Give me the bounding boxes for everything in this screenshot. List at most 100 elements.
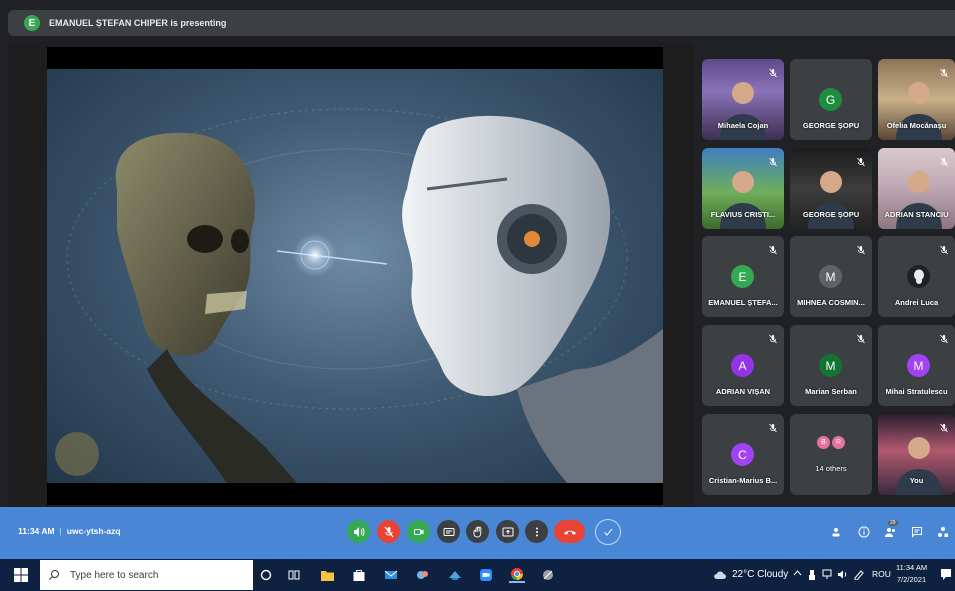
mic-muted-icon: [768, 154, 778, 167]
captions-icon: [443, 527, 454, 536]
notifications-button[interactable]: [940, 568, 952, 583]
snipping-tool-icon[interactable]: [540, 567, 556, 583]
participant-name: MIHNEA COSMIN...: [797, 298, 865, 307]
zoom-app-icon[interactable]: [478, 567, 494, 583]
mail-icon[interactable]: [383, 567, 399, 583]
participant-tile[interactable]: C Cristian-Marius B...: [702, 414, 784, 495]
volume-icon[interactable]: [837, 569, 849, 582]
activities-button[interactable]: [936, 525, 950, 539]
others-avatars: BR: [817, 436, 845, 449]
participant-name: GEORGE ȘOPU: [802, 210, 860, 219]
speaker-button[interactable]: [347, 520, 370, 543]
participant-name: Andrei Luca: [894, 298, 939, 307]
meeting-info: 11:34 AM | uwc-ytsh-azq: [18, 526, 121, 536]
taskbar-search-box[interactable]: Type here to search: [40, 560, 253, 590]
people-count-badge: 29: [888, 520, 898, 526]
participant-tile[interactable]: E EMANUEL ȘTEFA...: [702, 236, 784, 317]
mic-muted-icon: [768, 331, 778, 344]
activities-icon: [938, 527, 948, 537]
present-icon: [502, 527, 513, 536]
people-icon: [884, 528, 895, 537]
participant-name: Mihaela Cojan: [717, 121, 769, 130]
participant-name: Cristian-Marius B...: [708, 476, 778, 485]
participant-name: ADRIAN VIȘAN: [715, 387, 771, 396]
participant-tile[interactable]: Mihaela Cojan: [702, 59, 784, 140]
chrome-icon[interactable]: [509, 567, 525, 583]
participant-name: EMANUEL ȘTEFA...: [708, 298, 778, 307]
participant-tile[interactable]: GEORGE ȘOPU: [790, 148, 872, 229]
mic-muted-icon: [939, 420, 949, 433]
weather-widget[interactable]: 22°C Cloudy: [713, 569, 788, 580]
participant-avatar: G: [819, 88, 842, 111]
show-hidden-icons-button[interactable]: [793, 569, 802, 579]
paint-app-icon[interactable]: [415, 567, 431, 583]
hand-icon: [473, 526, 481, 537]
participant-name: FLAVIUS CRISTI...: [710, 210, 776, 219]
participant-tile[interactable]: M Mihai Stratulescu: [878, 325, 955, 406]
participant-tile[interactable]: ADRIAN STANCIU: [878, 148, 955, 229]
end-call-icon: [563, 530, 576, 535]
mic-muted-icon: [939, 242, 949, 255]
participant-tile[interactable]: Andrei Luca: [878, 236, 955, 317]
skull-vs-robot-illustration: [55, 108, 663, 483]
participant-name: Ofelia Mocănașu: [886, 121, 947, 130]
presenter-avatar: E: [24, 15, 40, 31]
file-explorer-icon[interactable]: [319, 567, 335, 583]
pen-icon[interactable]: [853, 569, 865, 582]
weather-text: 22°C Cloudy: [732, 569, 789, 580]
people-button[interactable]: 29: [883, 520, 898, 539]
chat-icon: [912, 527, 922, 538]
language-indicator[interactable]: ROU: [872, 569, 891, 579]
participant-tile[interactable]: Ofelia Mocănașu: [878, 59, 955, 140]
leave-call-button[interactable]: [554, 520, 585, 543]
participant-name: GEORGE ȘOPU: [802, 121, 860, 130]
participant-tile[interactable]: FLAVIUS CRISTI...: [702, 148, 784, 229]
camera-button[interactable]: [407, 520, 430, 543]
cortana-icon[interactable]: [258, 567, 274, 583]
windows-logo-icon: [14, 568, 28, 582]
mic-muted-icon: [856, 154, 866, 167]
network-icon[interactable]: [822, 569, 834, 582]
participant-avatar: M: [907, 354, 930, 377]
participant-tile[interactable]: M MIHNEA COSMIN...: [790, 236, 872, 317]
participant-tile[interactable]: You: [878, 414, 955, 495]
meeting-details-button[interactable]: [857, 525, 871, 539]
mic-off-icon: [384, 526, 393, 537]
participant-avatar: C: [731, 443, 754, 466]
host-controls-button[interactable]: [829, 525, 843, 539]
meeting-control-bar: 11:34 AM | uwc-ytsh-azq 29: [0, 507, 955, 559]
cloud-icon: [714, 571, 726, 579]
captions-button[interactable]: [437, 520, 460, 543]
chevron-up-icon: [793, 570, 802, 576]
participant-name: 14 others: [815, 464, 847, 473]
participant-name: Mihai Stratulescu: [885, 387, 948, 396]
app-launcher-icon[interactable]: [447, 567, 463, 583]
meeting-time: 11:34 AM: [18, 526, 55, 536]
start-button[interactable]: [14, 568, 28, 582]
presenting-banner: E EMANUEL ȘTEFAN CHIPER is presenting: [8, 10, 955, 36]
participant-tile[interactable]: M Marian Serban: [790, 325, 872, 406]
mic-muted-icon: [939, 154, 949, 167]
participant-tile[interactable]: B R 14 others: [790, 414, 872, 495]
participant-name: Marian Serban: [805, 387, 857, 396]
search-icon: [49, 570, 59, 580]
info-icon: [858, 526, 870, 538]
check-button[interactable]: [595, 519, 621, 545]
mic-muted-icon: [768, 242, 778, 255]
store-icon[interactable]: [351, 567, 367, 583]
shared-screen[interactable]: Aplicația meet.google.com are acces la e…: [47, 47, 663, 526]
system-clock[interactable]: 11:34 AM 7/2/2021: [896, 562, 927, 586]
raise-hand-button[interactable]: [466, 520, 489, 543]
more-options-button[interactable]: [525, 520, 548, 543]
participant-tile[interactable]: G GEORGE ȘOPU: [790, 59, 872, 140]
participant-tile[interactable]: A ADRIAN VIȘAN: [702, 325, 784, 406]
speaker-icon: [353, 526, 364, 537]
present-button[interactable]: [496, 520, 519, 543]
participant-avatar: E: [731, 265, 754, 288]
task-view-icon[interactable]: [286, 567, 302, 583]
usb-tray-icon[interactable]: [808, 569, 816, 583]
mic-muted-icon: [856, 242, 866, 255]
microphone-button[interactable]: [377, 520, 400, 543]
notification-icon: [941, 569, 951, 580]
chat-button[interactable]: [910, 525, 924, 539]
